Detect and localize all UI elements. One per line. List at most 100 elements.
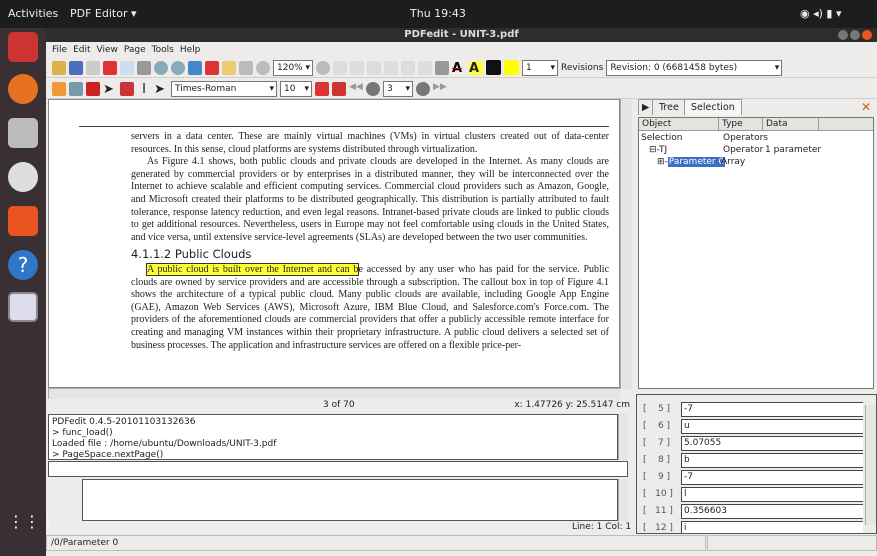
clock[interactable]: Thu 19:43: [410, 7, 466, 20]
line-width-select[interactable]: 1: [522, 59, 558, 76]
menu-help[interactable]: Help: [180, 45, 201, 55]
show-apps-icon[interactable]: ⋮⋮⋮: [8, 512, 56, 542]
property-index: [ 6 ]: [643, 421, 671, 431]
new-page-icon[interactable]: [222, 60, 236, 75]
document-vertical-scrollbar[interactable]: [620, 99, 632, 389]
tab-tree[interactable]: Tree: [652, 99, 686, 115]
window-icon[interactable]: [120, 60, 134, 75]
last-page-icon[interactable]: ▶▶: [433, 82, 447, 96]
tree-node-object[interactable]: ⊞-Parameter 0: [657, 157, 726, 167]
property-value-input[interactable]: b: [681, 453, 863, 468]
property-editor: [ 5 ] -7 [ 6 ] u [ 7 ] 5.07055 [ 8 ] b [ 9 ]…: [636, 394, 877, 534]
properties-scrollbar[interactable]: [865, 405, 876, 525]
rotate-left-icon[interactable]: [154, 60, 168, 75]
tree-node-object[interactable]: ⊟-TJ: [649, 145, 667, 155]
next-page-icon[interactable]: [416, 81, 430, 96]
page-properties-icon[interactable]: [239, 60, 253, 75]
select-objects-icon[interactable]: [120, 81, 134, 96]
tree-node-type: Operator: [723, 145, 764, 155]
columns-icon[interactable]: [86, 81, 100, 96]
menu-view[interactable]: View: [97, 45, 118, 55]
close-button[interactable]: [862, 30, 872, 40]
text-tool-icon[interactable]: [69, 81, 83, 96]
insert-text-icon[interactable]: [52, 81, 66, 96]
annotation-icon-3[interactable]: [367, 60, 381, 75]
maximize-button[interactable]: [850, 30, 860, 40]
text-stroke-icon[interactable]: A: [452, 61, 466, 76]
open-icon[interactable]: [52, 60, 66, 75]
software-center-icon[interactable]: [8, 206, 38, 236]
close-document-icon[interactable]: [103, 60, 117, 75]
column-type[interactable]: Type: [719, 118, 763, 130]
document-view[interactable]: servers in a data center. These are main…: [48, 99, 620, 388]
editor-scrollbar[interactable]: [618, 479, 628, 521]
insert-page-icon[interactable]: [315, 81, 329, 96]
dock: ? ⋮⋮⋮: [0, 28, 56, 556]
console-scrollbar[interactable]: [618, 414, 628, 460]
command-input[interactable]: [48, 461, 628, 477]
annotation-icon-1[interactable]: [333, 60, 347, 75]
chart-icon[interactable]: [418, 60, 432, 75]
rhythmbox-icon[interactable]: [8, 162, 38, 192]
tree-node-object[interactable]: Selection: [641, 133, 682, 143]
column-object[interactable]: Object: [639, 118, 719, 130]
zoom-in-icon[interactable]: [316, 60, 330, 75]
close-panel-icon[interactable]: ✕: [861, 100, 871, 114]
save-icon[interactable]: [69, 60, 83, 75]
object-tree[interactable]: Object Type Data Selection Operators ⊟-T…: [638, 117, 874, 389]
zoom-out-icon[interactable]: [256, 60, 270, 75]
property-value-input[interactable]: l: [681, 487, 863, 502]
previous-page-icon[interactable]: [366, 81, 380, 96]
revision-select[interactable]: Revision: 0 (6681458 bytes): [606, 59, 783, 76]
column-data[interactable]: Data: [763, 118, 819, 130]
help-icon[interactable]: ?: [8, 250, 38, 280]
tab-selection[interactable]: Selection: [684, 99, 742, 115]
activities-button[interactable]: Activities: [8, 7, 58, 20]
hand-icon[interactable]: [435, 60, 449, 75]
console-line: > PageSpace.nextPage(): [52, 450, 164, 460]
redo-icon[interactable]: [137, 60, 151, 75]
page-number-input[interactable]: 3: [383, 80, 413, 97]
document-horizontal-scrollbar[interactable]: [48, 388, 620, 399]
files-icon[interactable]: [8, 118, 38, 148]
status-bar-section: [707, 535, 877, 551]
pointer-icon[interactable]: ➤: [154, 82, 168, 97]
script-editor[interactable]: [82, 479, 618, 521]
property-value-input[interactable]: 5.07055: [681, 436, 863, 451]
property-value-input[interactable]: 0.356603: [681, 504, 863, 519]
link-icon[interactable]: [401, 60, 415, 75]
remove-page-icon[interactable]: [332, 81, 346, 96]
pdf-editor-icon[interactable]: [8, 292, 38, 322]
app-menu[interactable]: PDF Editor ▾: [70, 7, 137, 20]
menu-edit[interactable]: Edit: [73, 45, 90, 55]
property-value-input[interactable]: i: [681, 521, 863, 533]
app-icon-pdfedit-top[interactable]: [8, 32, 38, 62]
select-arrow-icon[interactable]: ➤: [103, 82, 117, 97]
zoom-select[interactable]: 120%: [273, 59, 313, 76]
property-value-input[interactable]: u: [681, 419, 863, 434]
firefox-icon[interactable]: [8, 74, 38, 104]
menu-tools[interactable]: Tools: [152, 45, 174, 55]
property-value-input[interactable]: -7: [681, 470, 863, 485]
font-size-select[interactable]: 10: [280, 80, 312, 97]
annotation-icon-2[interactable]: [350, 60, 364, 75]
text-fill-icon[interactable]: A: [469, 60, 483, 76]
stroke-color-button[interactable]: [486, 60, 501, 75]
fit-page-icon[interactable]: [188, 60, 202, 75]
pencil-icon[interactable]: [384, 60, 398, 75]
fill-color-button[interactable]: [504, 60, 519, 75]
font-select[interactable]: Times-Roman: [171, 80, 277, 97]
rotate-right-icon[interactable]: [171, 60, 185, 75]
menu-page[interactable]: Page: [124, 45, 146, 55]
tools-icon[interactable]: [86, 60, 100, 75]
selected-text[interactable]: A public cloud is built over the Interne…: [145, 262, 360, 276]
menu-file[interactable]: File: [52, 45, 67, 55]
console-output[interactable]: PDFedit 0.4.5-20101103132636 > func_load…: [48, 414, 618, 460]
property-value-input[interactable]: -7: [681, 402, 863, 417]
text-cursor-icon[interactable]: I: [137, 82, 151, 97]
first-page-icon[interactable]: ◀◀: [349, 82, 363, 96]
add-page-icon[interactable]: [205, 60, 219, 75]
minimize-button[interactable]: [838, 30, 848, 40]
system-status-icons[interactable]: ◉ ◂) ▮ ▾: [800, 7, 841, 20]
property-index: [ 9 ]: [643, 472, 671, 482]
